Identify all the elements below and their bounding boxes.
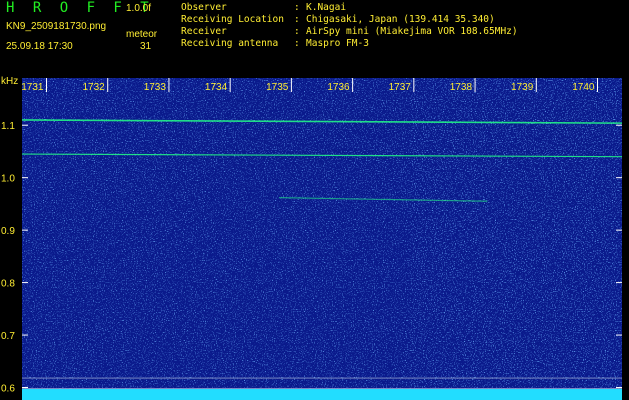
hrofft-screen: H R O F F T 1.0.0f KN9_2509181730.png me… [0,0,629,400]
x-tick-label: 1736 [327,82,350,93]
y-tick-label: 1.1 [1,121,15,132]
spectrogram-chart: 1731 1732 1733 1734 1735 1736 1737 1738 1739 1740… [1,76,623,400]
info-label-location: Receiving Location [181,14,284,25]
meteor-count: 31 [140,41,152,52]
meteor-label: meteor [126,29,158,40]
y-axis-unit-label: kHz [1,76,18,87]
info-label-receiver: Receiver [181,26,227,37]
info-colon: : [294,14,300,25]
info-colon: : [294,38,300,49]
x-tick-label: 1732 [82,82,105,93]
y-tick-label: 0.9 [1,226,15,237]
info-colon: : [294,2,300,13]
version-label: 1.0.0f [126,3,152,14]
y-tick-label: 1.0 [1,174,15,185]
x-tick-label: 1737 [389,82,412,93]
y-tick-label: 0.8 [1,279,15,290]
filename-label: KN9_2509181730.png [6,21,107,32]
info-value-receiver: AirSpy mini (Miakejima VOR 108.65MHz) [306,26,518,37]
info-value-antenna: Maspro FM-3 [306,38,369,49]
y-tick-label: 0.6 [1,384,15,395]
info-value-location: Chigasaki, Japan (139.414 35.340) [306,14,495,25]
datetime-label: 25.09.18 17:30 [6,41,73,52]
y-tick-label: 0.7 [1,331,15,342]
info-colon: : [294,26,300,37]
x-tick-label: 1738 [450,82,473,93]
info-label-observer: Observer [181,2,227,13]
noise-floor-band [22,389,622,400]
x-tick-label: 1740 [572,82,595,93]
x-tick-label: 1735 [266,82,289,93]
spectrogram-noise-late [410,78,622,398]
x-tick-label: 1731 [21,82,44,93]
info-label-antenna: Receiving antenna [181,38,279,49]
info-value-observer: K.Nagai [306,2,347,13]
x-tick-label: 1739 [511,82,534,93]
x-tick-label: 1733 [144,82,167,93]
x-tick-label: 1734 [205,82,228,93]
